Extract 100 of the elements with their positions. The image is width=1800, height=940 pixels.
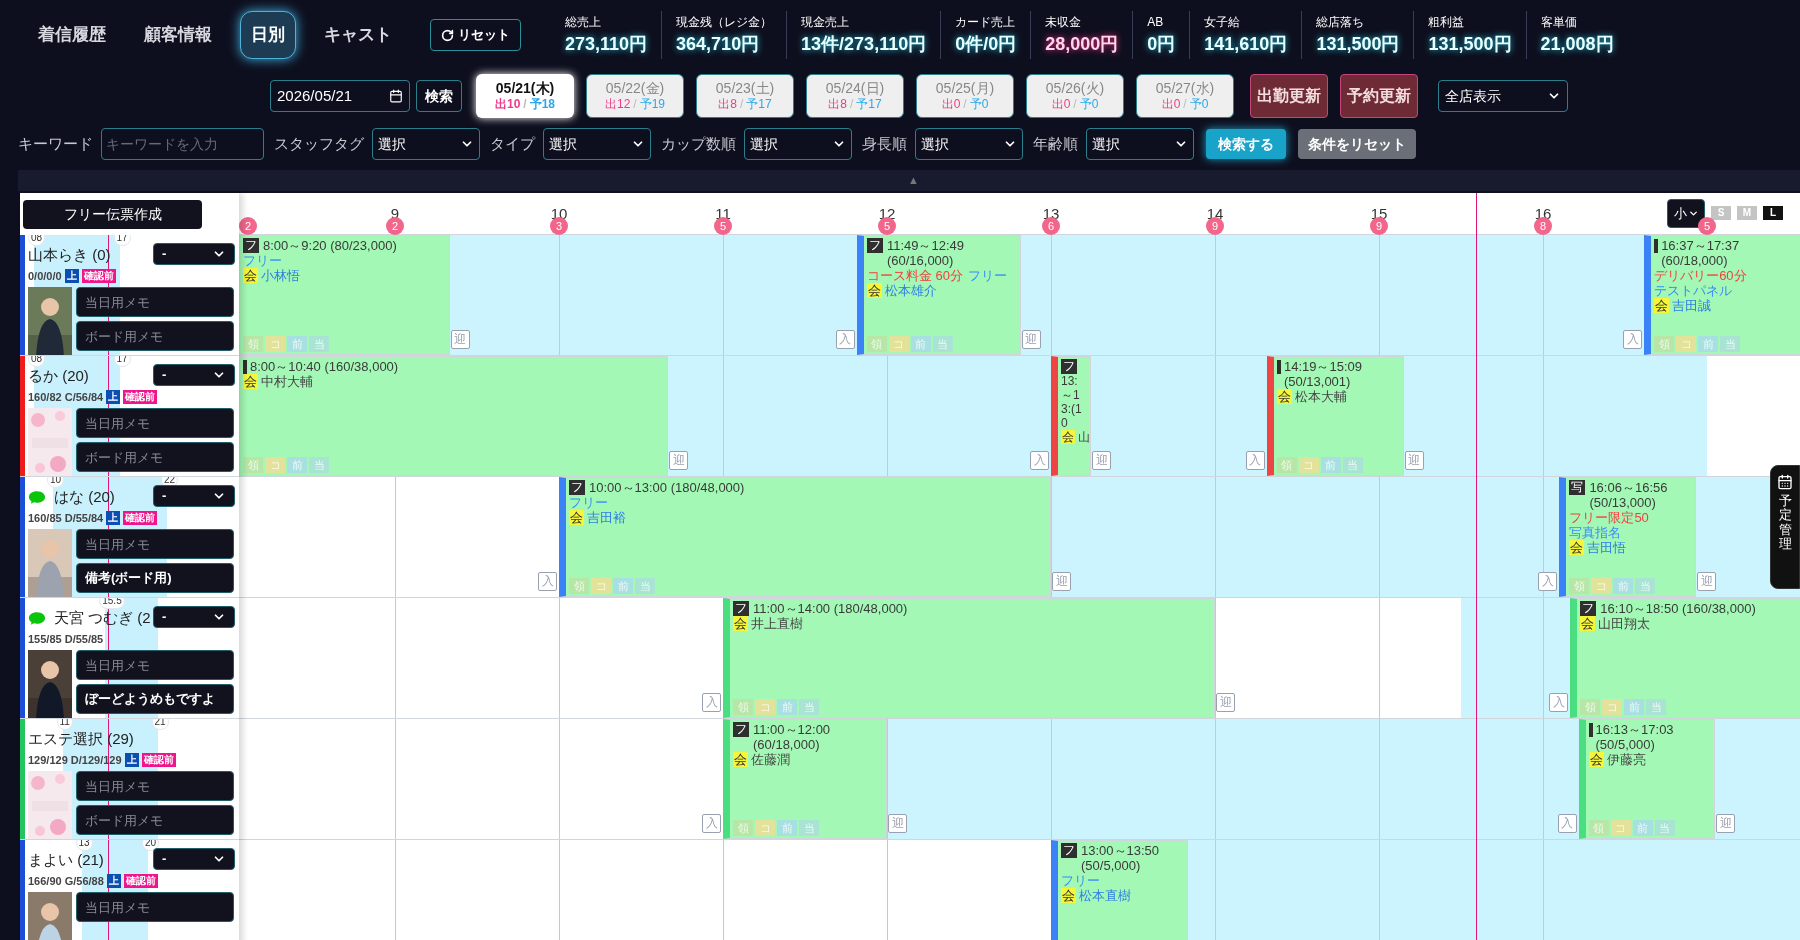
memo-field[interactable]: 当日用メモ [76,408,234,438]
memo-field[interactable]: 当日用メモ [76,529,234,559]
cast-name[interactable]: まよい (21) [28,848,104,872]
memo-field[interactable]: ボード用メモ [76,805,234,835]
customer-name[interactable]: 小林悟 [261,268,300,283]
cast-status-select[interactable]: - [153,606,235,628]
pickup-box[interactable]: 迎 [669,451,689,470]
day-card[interactable]: 05/27(水) 出0 / 予0 [1136,74,1234,118]
filter-select[interactable]: 選択 [543,128,651,160]
memo-field[interactable]: 備考(ボード用) [76,563,234,593]
reset-button[interactable]: リセット [430,19,521,51]
booking-block[interactable]: フ 13:00～13:50 (50/5,000) フリー 会 松本直樹 [1051,840,1188,940]
cast-status-select[interactable]: - [153,364,235,386]
check-in-box[interactable]: 入 [702,814,721,833]
memo-field[interactable]: 当日用メモ [76,892,234,922]
day-card[interactable]: 05/25(月) 出0 / 予0 [916,74,1014,118]
customer-name[interactable]: 松本大輔 [1294,389,1347,404]
booking-block[interactable]: フ 8:00～9:20 (80/23,000) フリー 会 小林悟 領 コ 前 当 [239,235,450,355]
schedule-side-tab[interactable]: 予定管理 [1770,465,1800,589]
nav-tab[interactable]: 顧客情報 [134,11,222,59]
search-button[interactable]: 検索する [1206,129,1286,159]
stat-value: 141,610円 [1204,32,1288,56]
day-card[interactable]: 05/26(火) 出0 / 予0 [1026,74,1124,118]
customer-name[interactable]: 吉田悟 [1587,540,1627,555]
check-in-box[interactable]: 入 [538,572,557,591]
zoom-select[interactable]: 小 [1667,199,1705,228]
memo-field[interactable]: ぼーどようめもですよ [76,684,234,714]
pickup-box[interactable]: 迎 [888,814,907,833]
pickup-box[interactable]: 迎 [1697,572,1717,591]
create-slip-button[interactable]: フリー伝票作成 [23,199,202,229]
booking-block[interactable]: 8:00～10:40 (160/38,000) 会 中村大輔 領 コ 前 当 [239,356,669,476]
filter-select[interactable]: 選択 [744,128,852,160]
size-button[interactable]: L [1763,206,1783,220]
booking-block[interactable]: フ 13:～13:(10 会 山 [1051,356,1091,476]
customer-name[interactable]: 松本雄介 [884,283,937,298]
cast-status-select[interactable]: - [153,485,235,507]
search-button[interactable]: 検索 [416,80,462,112]
check-in-box[interactable]: 入 [702,693,721,712]
pickup-box[interactable]: 迎 [1052,572,1071,591]
customer-name[interactable]: 吉田誠 [1672,298,1712,313]
day-card[interactable]: 05/24(日) 出8 / 予17 [806,74,904,118]
day-card[interactable]: 05/22(金) 出12 / 予19 [586,74,684,118]
customer-name[interactable]: 中村大輔 [261,374,313,389]
customer-name[interactable]: 松本直樹 [1079,888,1131,903]
booking-block[interactable]: 16:13～17:03 (50/5,000) 会 伊藤亮 領 コ 前 当 [1578,719,1716,839]
memo-field[interactable]: ボード用メモ [76,321,234,351]
booking-time: 14:19～15:09 (50/13,001) [1283,359,1363,389]
check-in-box[interactable]: 入 [1623,330,1643,349]
memo-field[interactable]: 当日用メモ [76,771,234,801]
booking-time: 16:10～18:50 (160/38,000) [1600,601,1757,616]
booking-block[interactable]: フ 16:10～18:50 (160/38,000) 会 山田翔太 領 コ 前 当 [1570,598,1800,718]
cast-name[interactable]: るか (20) [28,364,89,388]
customer-name[interactable]: 吉田裕 [587,510,626,525]
booking-block[interactable]: 16:37～17:37 (60/18,000) デリバリー60分 テストパネル 会 吉田誠 領 コ 前 当 [1644,235,1800,355]
update-button[interactable]: 出勤更新 [1250,74,1328,118]
size-button[interactable]: M [1737,206,1757,220]
filter-select[interactable]: 選択 [372,128,480,160]
type-badge: フ [1061,843,1077,858]
day-card[interactable]: 05/23(土) 出8 / 予17 [696,74,794,118]
cast-status-select[interactable]: - [153,243,235,265]
date-field[interactable]: 2026/05/21 [270,80,410,112]
customer-name[interactable]: 山田翔太 [1598,616,1651,631]
customer-name[interactable]: 佐藤潤 [751,752,790,767]
type-badge: フ [569,480,585,495]
nav-tab[interactable]: 日別 [240,11,296,59]
memo-field[interactable]: 当日用メモ [76,287,234,317]
status-badge: 確認前 [81,269,116,283]
filter-select[interactable]: 選択 [915,128,1023,160]
filter-select[interactable]: 選択 [1086,128,1194,160]
customer-name[interactable]: 井上直樹 [751,616,803,631]
keyword-field[interactable]: キーワードを入力 [101,128,264,160]
booking-block[interactable]: 14:19～15:09 (50/13,001) 会 松本大輔 領 コ 前 当 [1266,356,1404,476]
stat-label: 客単価 [1540,13,1578,31]
day-card[interactable]: 05/21(木) 出10 / 予18 [476,74,574,118]
booking-block[interactable]: フ 11:49～12:49 (60/16,000) コース料金 60分 フリー 会 松本雄介 領 コ 前 当 [856,235,1021,355]
booking-block[interactable]: フ 11:00～14:00 (180/48,000) 会 井上直樹 領 コ 前 当 [723,598,1215,718]
store-select[interactable]: 全店表示 [1438,80,1568,112]
memo-field[interactable]: 当日用メモ [76,650,234,680]
customer-name[interactable]: 伊藤亮 [1606,752,1646,767]
pickup-box[interactable]: 迎 [1092,451,1111,470]
booking-block[interactable]: フ 10:00～13:00 (180/48,000) フリー 会 吉田裕 領 コ 前 当 [559,477,1051,597]
nav-tab[interactable]: キャスト [314,11,402,59]
member-tag: 会 [733,616,748,631]
check-in-box[interactable]: 入 [1030,451,1049,470]
nav-tab[interactable]: 着信履歴 [28,11,116,59]
memo-field[interactable]: ボード用メモ [76,442,234,472]
check-in-box[interactable]: 入 [1538,572,1558,591]
cast-status-select[interactable]: - [153,848,235,870]
size-button[interactable]: S [1711,206,1731,220]
customer-name[interactable]: 山 [1078,430,1090,444]
booking-block[interactable]: 写 16:06～16:56 (50/13,000) フリー限定50 写真指名 会 吉田悟 領 コ 前 当 [1559,477,1697,597]
collapse-toggle[interactable]: ▲ [908,172,919,189]
stat-value: 21,008円 [1540,32,1614,56]
check-in-box[interactable]: 入 [1549,693,1569,712]
cast-measurements: 155/85 D/55/85 [28,631,104,647]
booking-block[interactable]: フ 11:00～12:00 (60/18,000) 会 佐藤潤 領 コ 前 当 [723,719,887,839]
reset-filters-button[interactable]: 条件をリセット [1298,129,1416,159]
pickup-box[interactable]: 迎 [1216,693,1235,712]
update-button[interactable]: 予約更新 [1340,74,1418,118]
pickup-box[interactable]: 迎 [1716,814,1736,833]
